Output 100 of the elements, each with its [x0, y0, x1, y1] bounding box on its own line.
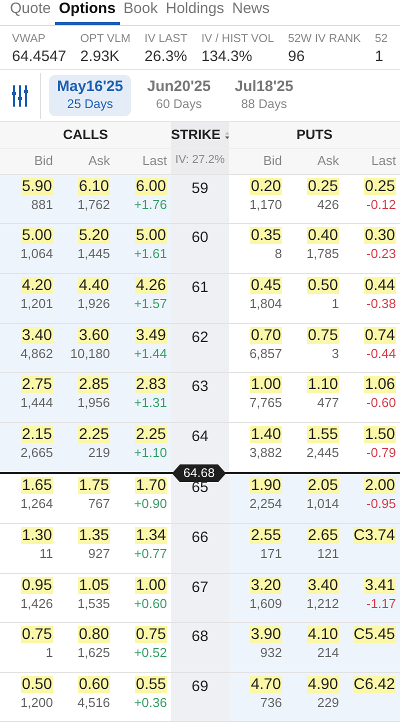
size-value: 1,625 [76, 645, 110, 662]
quote-price: 1.06 [364, 376, 396, 394]
size-value: 1,785 [305, 246, 339, 263]
size-value: 219 [87, 444, 110, 461]
strike-price: 69 [192, 678, 208, 695]
price-change: +0.77 [133, 546, 167, 562]
stat-label: 52W IV RANK [288, 32, 361, 47]
price-change: +1.76 [133, 196, 167, 213]
quote-price: 2.85 [78, 376, 110, 394]
size-value: 1,212 [305, 596, 339, 612]
quote-price: 1.00 [250, 376, 282, 394]
quote-price: 0.50 [306, 276, 339, 294]
tab[interactable]: Book [120, 0, 162, 25]
quote-price: 0.95 [20, 576, 53, 594]
quote-price: 4.10 [306, 626, 339, 644]
quote-price: 2.65 [306, 526, 339, 544]
column-header: Bid [0, 148, 57, 174]
quote-price: 2.00 [364, 477, 396, 494]
quote-price: 0.75 [306, 326, 339, 344]
size-value: 1,014 [305, 496, 339, 513]
iv-label: IV: 27.2% [171, 148, 229, 174]
size-value: 1,445 [76, 246, 110, 263]
size-value: 214 [316, 645, 339, 662]
size-value: 8 [274, 246, 282, 263]
quote-price: 3.49 [134, 326, 167, 344]
sort-icon[interactable] [224, 130, 229, 141]
quote-price: 0.75 [134, 626, 167, 644]
strike-price: 60 [192, 229, 208, 246]
price-change: +0.60 [133, 596, 167, 612]
column-group-header: CALLS [62, 126, 109, 144]
expiration-tab[interactable]: May16'25 25 Days [49, 75, 132, 116]
stat-label: OPT VLM [80, 32, 131, 47]
quote-price: 6.10 [78, 178, 110, 195]
expiration-tab[interactable]: Jun20'25 60 Days [139, 75, 219, 116]
quote-price: 0.20 [250, 178, 282, 195]
quote-price: 2.25 [78, 426, 110, 443]
expiration-tab[interactable]: Jul18'25 88 Days [226, 75, 302, 116]
price-change: +1.10 [133, 444, 167, 461]
size-value: 1,956 [76, 395, 110, 412]
price-change: -0.23 [365, 246, 396, 263]
tab[interactable]: Quote [6, 0, 55, 25]
size-value: 881 [30, 196, 53, 213]
quote-price: 0.30 [364, 227, 396, 244]
quote-price: 2.75 [20, 376, 53, 394]
size-value: 1,609 [248, 596, 282, 612]
quote-price: 1.35 [78, 526, 110, 544]
tab[interactable]: News [228, 0, 274, 25]
stat-value: 1 [374, 46, 384, 66]
size-value: 1,535 [76, 596, 110, 612]
size-value: 7,765 [248, 395, 282, 412]
column-header: Ask [57, 148, 114, 174]
quote-price: C5.45 [352, 626, 396, 644]
price-change: -0.79 [365, 444, 396, 461]
stat-label: IV / HIST VOL [201, 32, 274, 47]
strike-price: 62 [192, 328, 208, 346]
column-header: STRIKE [171, 126, 221, 144]
size-value: 171 [259, 546, 282, 562]
quote-price: 0.70 [250, 326, 282, 344]
quote-price: 0.40 [306, 227, 339, 244]
strike-price: 59 [192, 180, 208, 197]
quote-price: 3.40 [306, 576, 339, 594]
quote-price: 3.60 [78, 326, 110, 344]
price-change: +1.57 [133, 296, 167, 312]
settings-icon[interactable] [12, 84, 28, 106]
tab[interactable]: Holdings [162, 0, 228, 25]
column-header: Bid [229, 148, 286, 174]
quote-price: 0.74 [364, 326, 396, 344]
quote-price: 0.45 [250, 276, 282, 294]
quote-price: 1.90 [250, 477, 282, 494]
quote-price: 4.40 [78, 276, 110, 294]
column-header: Last [343, 148, 400, 174]
quote-price: 0.50 [20, 676, 53, 693]
quote-price: 1.70 [134, 477, 167, 494]
size-value: 932 [259, 645, 282, 662]
quote-price: 6.00 [134, 178, 167, 195]
stat-value: 2.93K [80, 46, 120, 66]
quote-price: 1.50 [364, 426, 396, 443]
size-value: 121 [316, 546, 339, 562]
quote-price: 1.75 [78, 477, 110, 494]
strike-price: 68 [192, 628, 208, 646]
price-change: +1.44 [133, 346, 167, 362]
price-change: +1.31 [133, 395, 167, 412]
size-value: 2,445 [305, 444, 339, 461]
strike-price: 64 [192, 428, 208, 445]
stat-value: 134.3% [201, 46, 254, 66]
tab[interactable]: Options [54, 0, 120, 25]
quote-price: 5.90 [20, 178, 53, 195]
quote-price: 1.65 [20, 477, 53, 494]
quote-price: 2.55 [250, 526, 282, 544]
price-change: -0.95 [365, 496, 396, 513]
quote-price: 0.80 [78, 626, 110, 644]
size-value: 3,882 [248, 444, 282, 461]
strike-price: 61 [192, 278, 208, 296]
quote-price: 0.55 [134, 676, 167, 693]
size-value: 2,254 [248, 496, 282, 513]
size-value: 736 [259, 694, 282, 711]
quote-price: 1.30 [20, 526, 53, 544]
size-value: 1,264 [19, 496, 53, 513]
size-value: 1,201 [19, 296, 53, 312]
column-group-header: PUTS [295, 126, 334, 144]
